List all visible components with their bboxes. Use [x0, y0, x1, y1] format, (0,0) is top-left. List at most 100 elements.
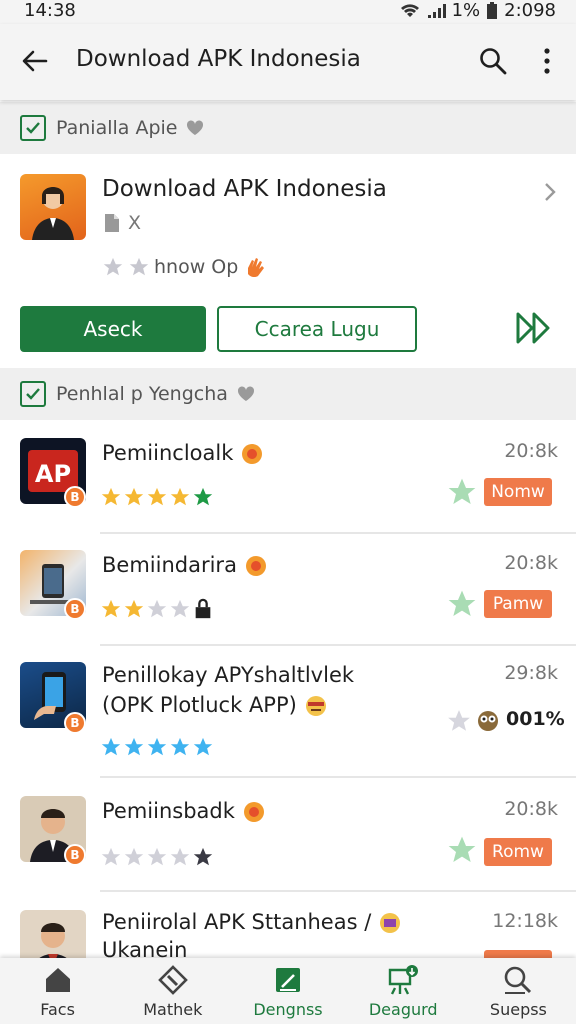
lock-icon: [195, 598, 211, 619]
app-name-text: Penillokay APYshaltlvlek: [102, 663, 355, 687]
primary-action-button[interactable]: Aseck: [20, 306, 206, 352]
nav-label: Dengnss: [253, 1000, 323, 1019]
app-name-text: Pemiinsbadk: [102, 799, 235, 823]
app-badge-icon: B: [64, 844, 86, 866]
hand-icon: [248, 258, 265, 278]
page-title: Download APK Indonesia: [76, 46, 361, 72]
nav-item-tag[interactable]: Mathek: [115, 958, 230, 1024]
edit-square-icon: [276, 968, 300, 992]
star-icon[interactable]: [446, 476, 478, 508]
star-icon: [129, 257, 149, 276]
install-pill-button[interactable]: [484, 950, 552, 958]
app-name: Peniirolal APK Sttanheas / Ukanein: [102, 908, 402, 958]
emoji-badge-icon: [379, 913, 400, 933]
install-pill-button[interactable]: Nomw: [484, 478, 552, 506]
nav-label: Deagurd: [368, 1000, 438, 1019]
featured-app-card[interactable]: Download APK Indonesia X hnow Op Aseck C…: [0, 156, 576, 368]
star-icon: [124, 847, 144, 866]
app-bar: Download APK Indonesia: [0, 24, 576, 100]
featured-app-meta: X: [102, 212, 141, 234]
star-icon: [147, 847, 167, 866]
rating-stars: [100, 736, 214, 758]
app-badge-icon: B: [64, 712, 86, 734]
app-name-text: Pemiincloalk: [102, 441, 234, 465]
section-header-2: Penhlal p Yengcha: [0, 368, 576, 420]
star-icon: [101, 487, 121, 506]
nav-item-home[interactable]: Facs: [0, 958, 115, 1024]
star-icon: [170, 599, 190, 618]
app-name: Pemiinsbadk: [102, 796, 266, 826]
nav-item-download[interactable]: Deagurd: [346, 958, 461, 1024]
arrow-left-icon[interactable]: [18, 44, 52, 78]
star-icon: [193, 847, 213, 866]
download-board-icon: [389, 965, 419, 995]
list-item[interactable]: B Penillokay APYshaltlvlek (OPK Plotluck …: [0, 646, 576, 776]
secondary-action-button[interactable]: Ccarea Lugu: [217, 306, 417, 352]
featured-app-thumbnail: [20, 174, 86, 240]
checkbox-icon[interactable]: [20, 115, 46, 141]
wifi-icon: [400, 3, 419, 17]
rating-stars: [100, 846, 214, 868]
sun-badge-icon: [243, 802, 264, 822]
nav-label: Suepss: [489, 1000, 547, 1019]
file-icon: [105, 214, 119, 232]
status-right: 1% 2:098: [400, 0, 556, 21]
battery-icon: [487, 1, 498, 19]
star-icon: [147, 737, 167, 756]
app-name: Pemiincloalk: [102, 438, 264, 468]
nav-label: Mathek: [143, 1000, 203, 1019]
checkbox-icon[interactable]: [20, 381, 46, 407]
star-icon[interactable]: [446, 588, 478, 620]
app-size: 20:8k: [504, 440, 558, 462]
owl-icon: [478, 711, 498, 731]
battery-percent: 1%: [451, 0, 481, 21]
star-icon: [170, 737, 190, 756]
section-label: Panialla Apie: [56, 117, 178, 139]
home-icon: [45, 968, 70, 992]
star-icon: [170, 487, 190, 506]
chevron-right-icon[interactable]: [538, 178, 562, 206]
search-icon[interactable]: [478, 46, 508, 76]
install-pill-button[interactable]: Romw: [484, 838, 552, 866]
app-name-line2: (OPK Plotluck APP): [102, 693, 297, 717]
install-pill-button[interactable]: Pamw: [484, 590, 552, 618]
featured-sub: hnow Op: [102, 254, 268, 280]
star-icon: [103, 257, 123, 276]
app-thumbnail: [20, 910, 86, 958]
nav-item-search[interactable]: Suepss: [461, 958, 576, 1024]
status-time: 14:38: [24, 0, 76, 21]
search-icon: [505, 966, 532, 994]
more-vert-icon[interactable]: [540, 46, 554, 76]
list-item[interactable]: AP B Pemiincloalk 20:8k Nomw: [0, 420, 576, 532]
status-bar: 14:38 1% 2:098: [0, 0, 576, 24]
emoji-face-icon: [305, 696, 326, 716]
star-icon[interactable]: [446, 834, 478, 866]
featured-meta-text: X: [128, 212, 142, 234]
app-percent: 001%: [506, 708, 565, 730]
star-icon: [147, 599, 167, 618]
app-name-text: Peniirolal APK Sttanheas /: [102, 910, 372, 934]
list-item[interactable]: Peniirolal APK Sttanheas / Ukanein 12:18…: [0, 892, 576, 958]
star-icon: [124, 599, 144, 618]
app-size: 29:8k: [504, 662, 558, 684]
section-label: Penhlal p Yengcha: [56, 383, 228, 405]
list-item[interactable]: B Bemiindarira 20:8k Pamw: [0, 534, 576, 644]
star-icon: [193, 737, 213, 756]
nav-item-edit[interactable]: Dengnss: [230, 958, 345, 1024]
sun-badge-icon: [242, 444, 263, 464]
star-icon[interactable]: [446, 708, 472, 734]
list-item[interactable]: B Pemiinsbadk 20:8k Romw: [0, 778, 576, 890]
app-size: 20:8k: [504, 798, 558, 820]
fast-forward-icon[interactable]: [514, 308, 554, 348]
star-icon: [101, 599, 121, 618]
app-size: 20:8k: [504, 552, 558, 574]
star-icon: [124, 737, 144, 756]
star-icon: [101, 847, 121, 866]
rating-stars: [100, 486, 214, 508]
heart-icon[interactable]: [185, 118, 205, 138]
heart-icon[interactable]: [236, 384, 256, 404]
signal-icon: [427, 3, 446, 18]
nav-label: Facs: [40, 1000, 75, 1019]
app-name: Bemiindarira: [102, 550, 268, 580]
app-badge-icon: B: [64, 598, 86, 620]
